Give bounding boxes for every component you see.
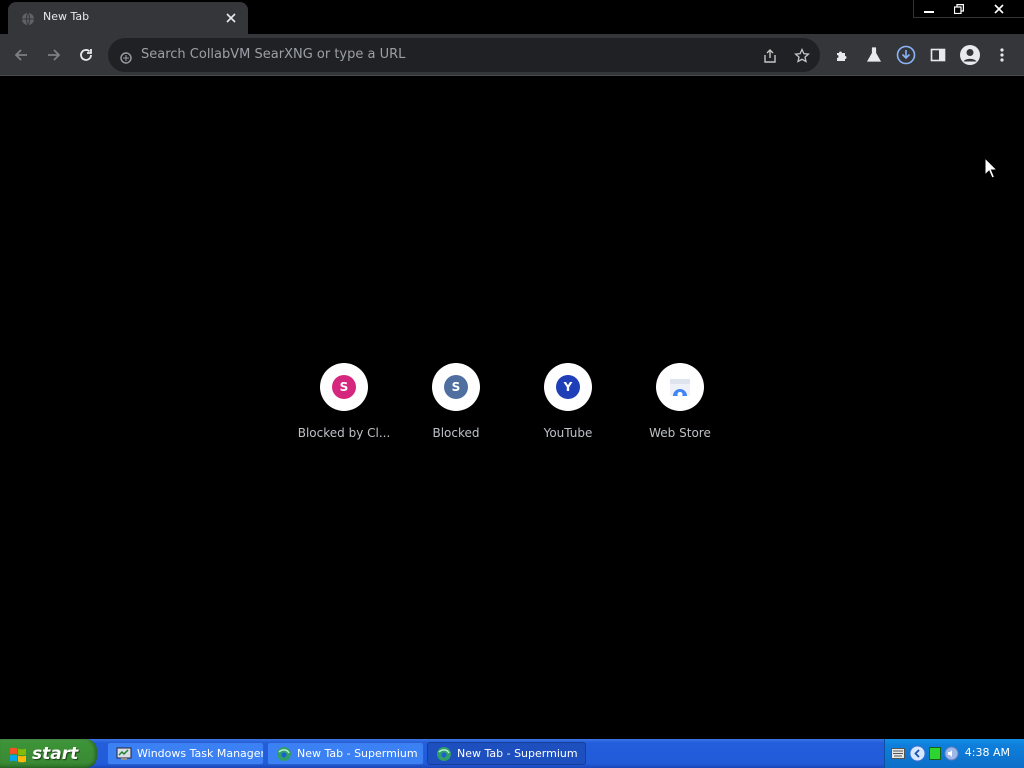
back-button[interactable] [8, 42, 34, 68]
restore-button[interactable] [944, 0, 974, 18]
supermium-icon [277, 746, 291, 761]
taskbar-item-task-manager[interactable]: Windows Task Manager [107, 742, 264, 765]
window-controls [913, 0, 1024, 18]
close-window-button[interactable] [974, 0, 1024, 18]
search-engine-icon [120, 49, 132, 68]
bookmark-star-icon[interactable] [792, 46, 812, 66]
shortcut-icon: S [432, 363, 480, 411]
shortcut-label: Blocked by Cl... [297, 426, 391, 440]
shortcut-letter: S [332, 375, 356, 399]
web-store-icon [670, 379, 690, 398]
flask-icon[interactable] [862, 43, 886, 67]
download-icon[interactable] [894, 43, 918, 67]
side-panel-icon[interactable] [926, 43, 950, 67]
reload-icon [80, 49, 92, 61]
mouse-cursor-icon [984, 157, 998, 179]
shortcut-letter: Y [556, 375, 580, 399]
forward-button[interactable] [41, 42, 67, 68]
task-label: New Tab - Supermium [297, 747, 418, 760]
extensions-icon[interactable] [830, 43, 854, 67]
keyboard-icon[interactable] [891, 748, 905, 759]
globe-icon [21, 11, 35, 26]
shortcut-icon: S [320, 363, 368, 411]
reload-button[interactable] [73, 42, 99, 68]
start-button[interactable]: start [0, 739, 97, 768]
shortcut-label: Blocked [432, 426, 480, 440]
start-label: start [32, 743, 79, 764]
taskbar-item-browser-active[interactable]: New Tab - Supermium [427, 742, 586, 765]
minimize-button[interactable] [914, 0, 944, 18]
profile-avatar-icon[interactable] [958, 43, 982, 67]
supermium-icon [437, 746, 451, 761]
address-bar-placeholder: Search CollabVM SearXNG or type a URL [141, 47, 406, 62]
windows-logo-icon [10, 747, 26, 762]
arrow-left-icon [14, 49, 27, 61]
task-label: New Tab - Supermium [457, 747, 578, 760]
kebab-menu-icon[interactable] [990, 43, 1014, 67]
shortcut-letter: S [444, 375, 468, 399]
new-tab-page: S Blocked by Cl... S Blocked Y YouTube W… [0, 77, 1024, 739]
task-manager-icon [116, 747, 132, 760]
arrow-right-icon [48, 49, 61, 61]
shortcut-tile[interactable]: S Blocked [400, 363, 512, 447]
title-bar: New Tab [0, 0, 1024, 34]
browser-toolbar: Search CollabVM SearXNG or type a URL [0, 34, 1024, 76]
shortcut-tile[interactable]: Y YouTube [512, 363, 624, 447]
shortcut-icon [656, 363, 704, 411]
network-icon[interactable] [929, 747, 941, 760]
taskbar-item-browser[interactable]: New Tab - Supermium [267, 742, 424, 765]
tab-new-tab[interactable]: New Tab [8, 2, 248, 34]
tab-title: New Tab [43, 10, 90, 23]
system-tray: 4:38 AM [884, 739, 1024, 768]
share-icon[interactable] [760, 46, 780, 66]
clock: 4:38 AM [964, 746, 1010, 759]
volume-icon[interactable] [944, 746, 959, 761]
task-label: Windows Task Manager [137, 747, 264, 760]
shortcut-label: Web Store [649, 426, 711, 440]
shortcut-icon: Y [544, 363, 592, 411]
taskbar: start Windows Task Manager New Tab - Sup… [0, 739, 1024, 768]
tab-close-icon[interactable] [222, 9, 240, 27]
shortcut-tile[interactable]: Web Store [624, 363, 736, 447]
shortcut-tile[interactable]: S Blocked by Cl... [288, 363, 400, 447]
chevron-left-icon[interactable] [909, 745, 926, 762]
address-bar[interactable]: Search CollabVM SearXNG or type a URL [108, 38, 820, 72]
shortcut-label: YouTube [543, 426, 593, 440]
